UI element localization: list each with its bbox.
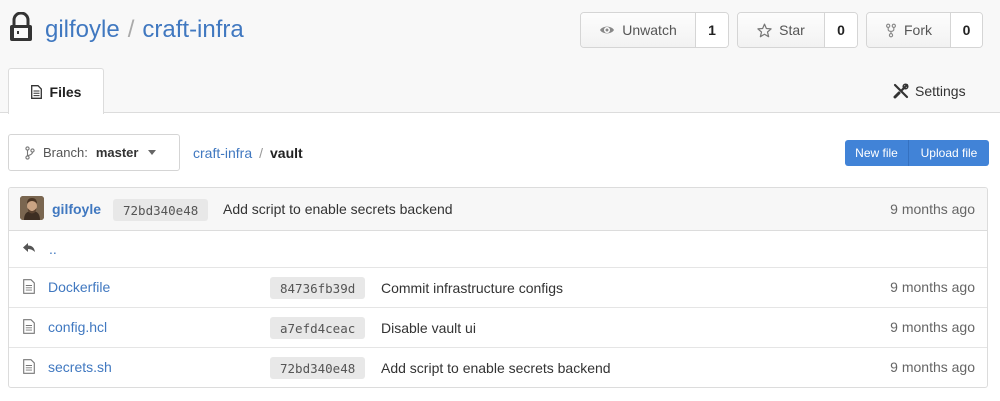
breadcrumb-root-link[interactable]: craft-infra bbox=[193, 145, 252, 161]
star-icon bbox=[757, 23, 772, 37]
commit-sha-button[interactable]: 72bd340e48 bbox=[113, 199, 209, 221]
lock-icon bbox=[10, 12, 32, 41]
branch-name: master bbox=[95, 145, 139, 160]
file-table: gilfoyle 72bd340e48 Add script to enable… bbox=[8, 187, 988, 388]
commit-message[interactable]: Add script to enable secrets backend bbox=[223, 201, 453, 217]
commit-author-link[interactable]: gilfoyle bbox=[52, 201, 101, 217]
file-commit-message[interactable]: Commit infrastructure configs bbox=[381, 280, 563, 296]
branch-icon bbox=[25, 145, 35, 160]
unwatch-button[interactable]: Unwatch bbox=[581, 13, 696, 47]
file-icon bbox=[23, 319, 35, 334]
file-row: config.hcl a7efd4ceac Disable vault ui 9… bbox=[9, 308, 987, 348]
file-name-link[interactable]: config.hcl bbox=[48, 319, 107, 335]
latest-commit-row: gilfoyle 72bd340e48 Add script to enable… bbox=[9, 188, 987, 231]
unwatch-label: Unwatch bbox=[622, 22, 677, 38]
forks-count[interactable]: 0 bbox=[951, 13, 982, 47]
branch-prefix: Branch: bbox=[43, 145, 88, 160]
repo-owner-link[interactable]: gilfoyle bbox=[45, 16, 120, 43]
tab-settings-label: Settings bbox=[915, 83, 966, 99]
repo-name-link[interactable]: craft-infra bbox=[142, 16, 243, 43]
branch-selector[interactable]: Branch: master bbox=[8, 134, 180, 171]
repo-header: gilfoyle / craft-infra Unwatch 1 Star 0 bbox=[0, 0, 1000, 114]
file-icon bbox=[23, 279, 35, 294]
file-commit-time: 9 months ago bbox=[890, 279, 975, 295]
fork-icon bbox=[886, 23, 896, 37]
tab-files[interactable]: Files bbox=[8, 68, 104, 114]
star-button[interactable]: Star bbox=[738, 13, 825, 47]
avatar[interactable] bbox=[20, 196, 44, 220]
parent-directory-link[interactable]: .. bbox=[49, 241, 57, 257]
star-label: Star bbox=[779, 22, 805, 38]
repo-title: gilfoyle / craft-infra bbox=[45, 15, 244, 45]
parent-directory-row[interactable]: .. bbox=[9, 231, 987, 268]
repo-title-separator: / bbox=[127, 16, 135, 43]
file-name-link[interactable]: secrets.sh bbox=[48, 359, 112, 375]
file-commit-sha[interactable]: a7efd4ceac bbox=[270, 317, 366, 339]
file-name-link[interactable]: Dockerfile bbox=[48, 279, 110, 295]
chevron-down-icon bbox=[148, 150, 157, 155]
watchers-count[interactable]: 1 bbox=[696, 13, 728, 47]
fork-label: Fork bbox=[904, 22, 932, 38]
breadcrumb-current: vault bbox=[270, 145, 303, 161]
file-commit-time: 9 months ago bbox=[890, 319, 975, 335]
file-text-icon bbox=[30, 84, 42, 99]
breadcrumb-separator: / bbox=[259, 145, 264, 161]
new-file-button[interactable]: New file bbox=[845, 140, 909, 166]
fork-button-group: Fork 0 bbox=[866, 12, 983, 48]
stars-count[interactable]: 0 bbox=[825, 13, 857, 47]
tab-settings[interactable]: Settings bbox=[893, 80, 966, 102]
file-commit-message[interactable]: Add script to enable secrets backend bbox=[381, 360, 611, 376]
commit-time: 9 months ago bbox=[890, 201, 975, 217]
star-button-group: Star 0 bbox=[737, 12, 858, 48]
upload-file-button[interactable]: Upload file bbox=[909, 140, 989, 166]
file-commit-sha[interactable]: 72bd340e48 bbox=[270, 357, 366, 379]
tools-icon bbox=[893, 83, 909, 99]
breadcrumb: craft-infra / vault bbox=[193, 144, 303, 162]
fork-button[interactable]: Fork bbox=[867, 13, 951, 47]
watch-button-group: Unwatch 1 bbox=[580, 12, 729, 48]
eye-icon bbox=[600, 26, 615, 34]
file-icon bbox=[23, 359, 35, 374]
file-commit-message[interactable]: Disable vault ui bbox=[381, 320, 476, 336]
file-row: secrets.sh 72bd340e48 Add script to enab… bbox=[9, 348, 987, 387]
file-actions-group: New file Upload file bbox=[845, 140, 989, 166]
file-row: Dockerfile 84736fb39d Commit infrastruct… bbox=[9, 268, 987, 308]
file-commit-time: 9 months ago bbox=[890, 359, 975, 375]
file-commit-sha[interactable]: 84736fb39d bbox=[270, 277, 366, 299]
avatar-image bbox=[20, 196, 44, 220]
tab-files-label: Files bbox=[49, 83, 82, 100]
reply-arrow-icon bbox=[23, 243, 35, 252]
